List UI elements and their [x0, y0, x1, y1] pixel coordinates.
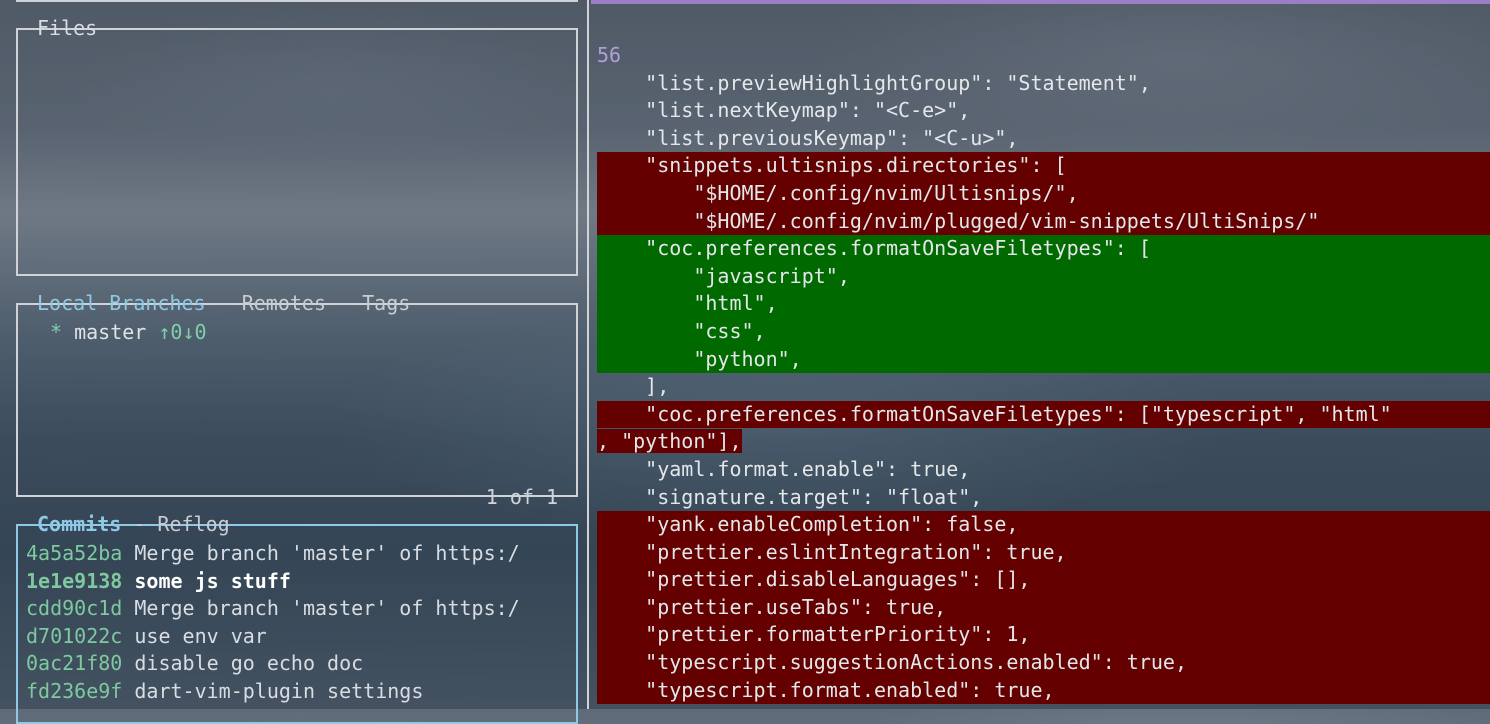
commit-sha: 1e1e9138: [26, 568, 123, 593]
commit-list: 4a5a52ba Merge branch 'master' of https:…: [26, 540, 572, 706]
diff-line-text: "yaml.format.enable": true,: [597, 456, 971, 481]
tab-remotes[interactable]: Remotes: [242, 291, 326, 315]
diff-line-removed: "prettier.disableLanguages": [],: [597, 566, 1490, 594]
tab-separator: -: [205, 291, 242, 315]
tab-tags[interactable]: Tags: [362, 291, 410, 315]
diff-line-removed: "typescript.format.enabled": true,: [597, 676, 1490, 705]
branches-panel[interactable]: Local Branches - Remotes - Tags * master…: [16, 291, 578, 509]
tab-reflog[interactable]: Reflog: [157, 512, 229, 536]
diff-line-text: "snippets.ultisnips.directories": [: [597, 153, 1067, 178]
commit-row[interactable]: cdd90c1d Merge branch 'master' of https:…: [26, 595, 572, 623]
commit-sha: cdd90c1d: [26, 596, 123, 621]
commit-row[interactable]: 4a5a52ba Merge branch 'master' of https:…: [26, 540, 572, 568]
diff-line-text: ],: [597, 374, 670, 399]
commits-panel-title: Commits - Reflog: [34, 512, 233, 536]
diff-line-added: "coc.preferences.formatOnSaveFiletypes":…: [597, 235, 1490, 263]
diff-line-context: ],: [597, 373, 1490, 401]
commit-sha: d701022c: [26, 623, 123, 648]
diff-line-text: "coc.preferences.formatOnSaveFiletypes":…: [597, 236, 1151, 261]
commit-message: use env var: [134, 623, 267, 648]
files-panel-title: Files: [37, 16, 98, 40]
diff-line-text: "python",: [597, 346, 802, 371]
commit-row[interactable]: d701022c use env var: [26, 623, 572, 651]
diff-line-text: "prettier.eslintIntegration": true,: [597, 539, 1067, 564]
diff-line-added: "javascript",: [597, 262, 1490, 291]
diff-line-text: "list.previewHighlightGroup": "Statement…: [597, 70, 1151, 95]
diff-line-text: "list.nextKeymap": "<C-e>",: [597, 98, 971, 123]
diff-line-removed: "prettier.useTabs": true,: [597, 593, 1490, 622]
diff-line-removed: "coc.preferences.formatOnSaveFiletypes":…: [597, 400, 1490, 429]
diff-line-context: "signature.target": "float",: [597, 484, 1490, 512]
commit-row[interactable]: fd236e9f dart-vim-plugin settings: [26, 678, 572, 706]
commit-sha: 4a5a52ba: [26, 541, 123, 565]
commit-row[interactable]: 0ac21f80 disable go echo doc: [26, 650, 572, 678]
diff-line-text: "yank.enableCompletion": false,: [597, 512, 1019, 537]
diff-line-context: "list.nextKeymap": "<C-e>",: [597, 97, 1490, 125]
branches-pagination: 1 of 1: [485, 485, 558, 509]
diff-line-text: "css",: [597, 318, 766, 343]
commit-message: Merge branch 'master' of https:/: [134, 596, 520, 621]
commit-message: Merge branch 'master' of https:/: [134, 541, 520, 565]
diff-hunk-number: 56: [597, 43, 622, 67]
diff-line-removed: "yank.enableCompletion": false,: [597, 511, 1490, 539]
diff-line-removed: "prettier.eslintIntegration": true,: [597, 538, 1490, 567]
diff-line-text: "typescript.format.enabled": true,: [597, 677, 1055, 702]
commit-message: dart-vim-plugin settings: [134, 678, 424, 703]
commit-row[interactable]: 1e1e9138 some js stuff: [26, 568, 572, 596]
diff-lines: "list.previewHighlightGroup": "Statement…: [597, 70, 1490, 705]
diff-line-removed: "$HOME/.config/nvim/Ultisnips/",: [597, 179, 1490, 208]
diff-line-text: "javascript",: [597, 263, 850, 288]
commit-sha: fd236e9f: [26, 678, 123, 703]
diff-line-removed: "prettier.formatterPriority": 1,: [597, 621, 1490, 650]
diff-line-context: "yaml.format.enable": true,: [597, 456, 1490, 484]
diff-line-removed: "typescript.suggestionActions.enabled": …: [597, 649, 1490, 677]
tab-commits[interactable]: Commits: [37, 512, 121, 536]
diff-line-text: "html",: [597, 291, 778, 316]
diff-line-text: "coc.preferences.formatOnSaveFiletypes":…: [597, 401, 1392, 426]
tab-local-branches[interactable]: Local Branches: [37, 291, 206, 315]
diff-line-added: "css",: [597, 317, 1490, 346]
diff-line-context: "list.previewHighlightGroup": "Statement…: [597, 70, 1490, 98]
diff-line-text: "typescript.suggestionActions.enabled": …: [597, 650, 1188, 675]
diff-line-added: "python",: [597, 345, 1490, 374]
diff-line-text: "prettier.formatterPriority": 1,: [597, 622, 1031, 647]
diff-line-text: "prettier.useTabs": true,: [597, 594, 947, 619]
commit-message: some js stuff: [134, 568, 291, 593]
pane-divider: [587, 0, 589, 709]
diff-line-removed-wrap: , "python"],: [597, 428, 1490, 456]
tab-separator: -: [326, 291, 363, 315]
diff-line-context: "list.previousKeymap": "<C-u>",: [597, 125, 1490, 153]
branch-item[interactable]: * master ↑0↓0: [50, 319, 568, 347]
top-border-left: [16, 0, 578, 2]
branches-panel-title: Local Branches - Remotes - Tags: [34, 291, 413, 315]
diff-line-text: , "python"],: [597, 429, 742, 454]
diff-line-added: "html",: [597, 290, 1490, 318]
diff-line-removed: "$HOME/.config/nvim/plugged/vim-snippets…: [597, 207, 1490, 236]
commits-panel[interactable]: Commits - Reflog 4a5a52ba Merge branch '…: [16, 512, 578, 724]
top-border-right: [591, 0, 1490, 4]
diff-line-text: "signature.target": "float",: [597, 484, 983, 509]
diff-line-removed: "snippets.ultisnips.directories": [: [597, 152, 1490, 180]
branch-list: * master ↑0↓0: [50, 319, 568, 347]
current-branch-marker: *: [50, 320, 63, 344]
diff-line-text: "prettier.disableLanguages": [],: [597, 567, 1031, 592]
files-panel[interactable]: Files: [16, 16, 578, 276]
tab-separator: -: [121, 512, 158, 536]
diff-view[interactable]: 56 "list.previewHighlightGroup": "Statem…: [597, 42, 1490, 705]
commit-sha: 0ac21f80: [26, 651, 123, 676]
commit-message: disable go echo doc: [134, 651, 364, 676]
diff-line-text: "list.previousKeymap": "<C-u>",: [597, 125, 1019, 150]
branch-name: master: [74, 320, 147, 344]
branch-ahead-behind: ↑0↓0: [158, 320, 207, 344]
diff-line-text: "$HOME/.config/nvim/plugged/vim-snippets…: [597, 208, 1320, 233]
diff-line-text: "$HOME/.config/nvim/Ultisnips/",: [597, 180, 1079, 205]
